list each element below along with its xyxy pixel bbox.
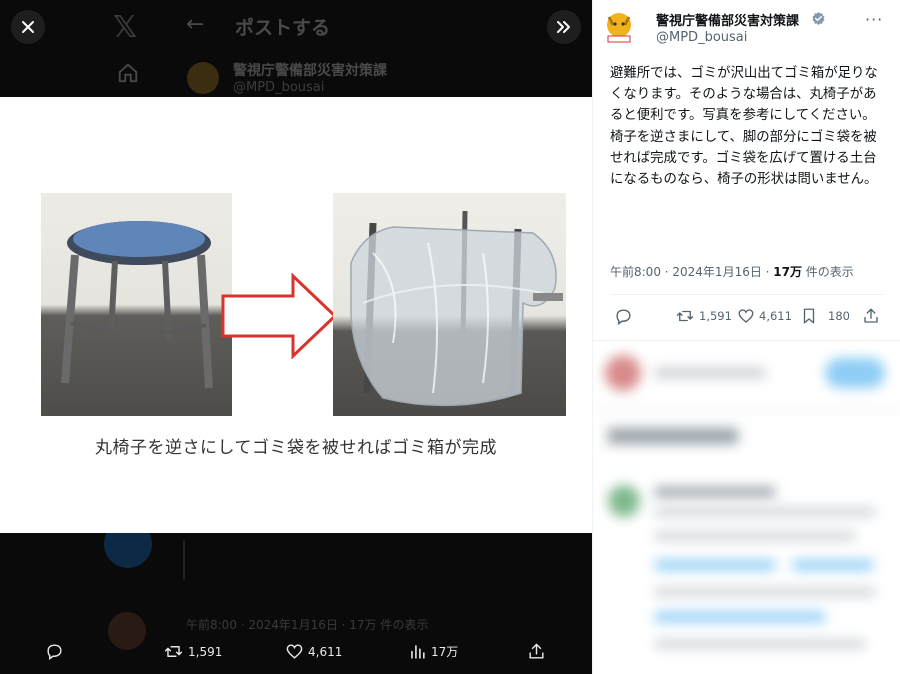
retweet-button[interactable]: 1,591 [163,642,222,661]
post-detail-panel: 警視庁警備部災害対策課 @MPD_bousai ··· 避難所では、ゴミが沢山出… [592,0,900,674]
bookmark-button[interactable]: 180 [800,307,850,325]
close-button[interactable] [11,10,45,44]
divider [610,294,885,295]
share-button[interactable] [527,642,546,661]
bookmark-count: 180 [828,309,850,323]
post-image[interactable]: 丸椅子を逆さにしてゴミ袋を被せればゴミ箱が完成 [0,97,592,533]
post-share-button[interactable] [862,307,880,325]
trash-bin-photo [333,193,566,416]
reply-icon [616,309,631,326]
like-button[interactable]: 4,611 [285,642,342,661]
heart-icon [738,309,754,323]
account-display-name[interactable]: 警視庁警備部災害対策課 [656,10,799,29]
views-button[interactable]: 17万 [408,642,458,661]
account-avatar[interactable] [604,11,634,43]
background-account-name: 警視庁警備部災害対策課 [233,63,387,79]
views-count: 17万 [431,645,459,659]
reply-button[interactable] [45,642,64,661]
post-like-count: 4,611 [759,309,792,323]
post-retweet-button[interactable]: 1,591 [675,307,732,325]
more-options-button[interactable]: ··· [865,10,883,29]
arrow-right-icon [221,272,338,360]
background-post-meta: 午前8:00 · 2024年1月16日 · 17万 件の表示 [186,618,429,632]
x-logo-icon: 𝕏 [113,10,138,45]
retweet-icon [676,310,694,322]
stool-photo [41,193,232,416]
media-action-bar: 1,591 4,611 17万 [0,636,592,670]
background-thread-line [183,540,185,580]
home-icon [118,63,138,83]
background-handle: @MPD_bousai [233,80,325,95]
bookmark-icon [803,308,815,324]
background-avatar [187,62,219,94]
heart-icon [286,644,303,659]
view-label: 件の表示 [801,265,854,279]
post-like-button[interactable]: 4,611 [737,307,792,325]
back-arrow-icon: ← [186,12,205,37]
background-post-title: ポストする [235,17,331,39]
retweet-count: 1,591 [188,644,223,659]
post-retweet-count: 1,591 [699,309,732,323]
retweet-icon [164,646,183,657]
image-caption: 丸椅子を逆さにしてゴミ袋を被せればゴミ箱が完成 [95,438,497,458]
like-count: 4,611 [308,644,343,659]
share-icon [529,643,544,659]
verified-badge-icon [812,11,825,26]
close-icon [22,21,34,33]
analytics-icon [411,645,425,659]
post-meta: 午前8:00 · 2024年1月16日 · 17万 件の表示 [610,263,854,280]
view-count: 17万 [773,265,802,279]
media-viewer: 𝕏 ← ポストする 警視庁警備部災害対策課 @MPD_bousai 午前8:00… [0,0,592,674]
expand-panel-button[interactable] [547,10,581,44]
chevron-double-right-icon [557,21,570,33]
post-text: 避難所では、ゴミが沢山出てゴミ箱が足りなくなります。そのような場合は、丸椅子があ… [610,66,878,188]
post-reply-button[interactable] [614,307,633,326]
post-timestamp[interactable]: 午前8:00 · 2024年1月16日 · [610,265,773,279]
reply-icon [47,644,62,661]
share-icon [864,308,878,323]
account-handle[interactable]: @MPD_bousai [656,30,747,45]
divider [593,340,900,341]
